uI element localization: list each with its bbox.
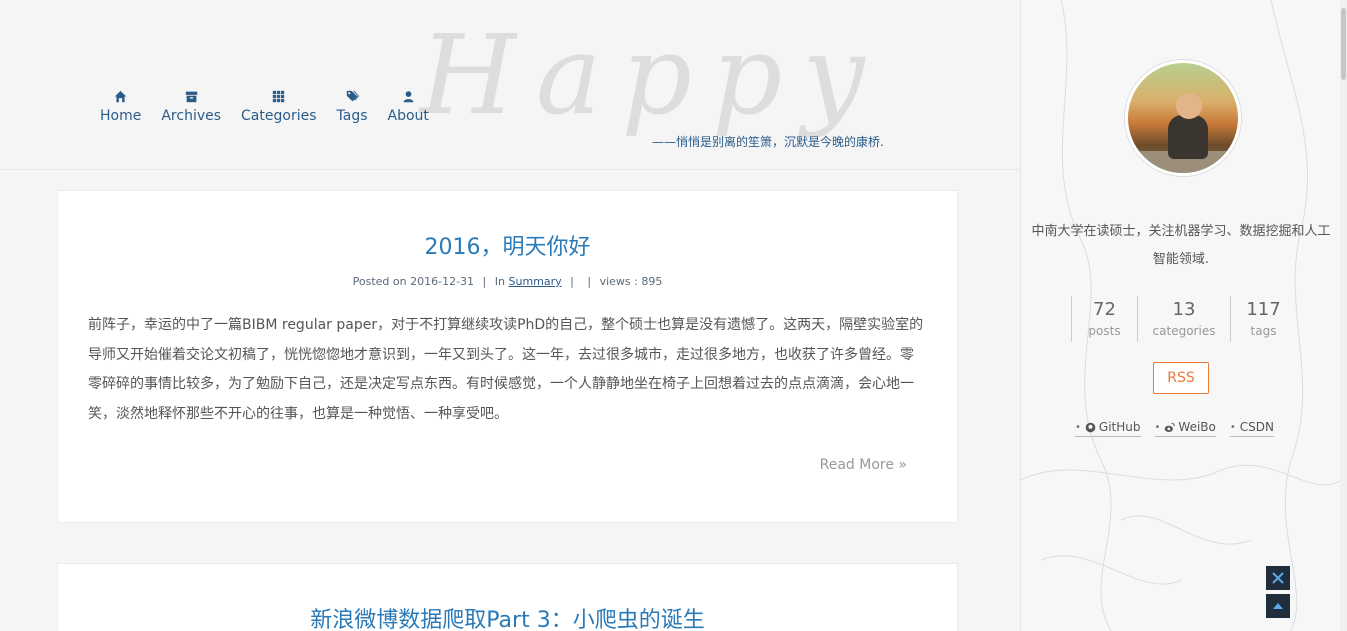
nav-home-label: Home [100,108,142,124]
avatar [1125,60,1241,176]
meta-separator: | [482,275,487,288]
close-icon [1272,572,1284,584]
read-more-link[interactable]: Read More » [820,457,907,473]
post-meta: Posted on 2016-12-31 | In Summary | | vi… [58,275,957,288]
author-bio: 中南大学在读硕士，关注机器学习、数据挖掘和人工智能领域. [1031,224,1331,267]
site-motto: ——悄悄是别离的笙箫，沉默是今晚的康桥. [652,135,884,149]
rss-button[interactable]: RSS [1153,362,1209,394]
header-watermark: Happy [420,11,885,139]
tags-icon [346,90,359,102]
grid-icon [273,90,285,103]
weibo-icon [1165,422,1176,432]
user-icon [403,91,414,103]
nav-categories[interactable]: Categories [241,90,317,124]
post-card: 2016，明天你好 Posted on 2016-12-31 | In Summ… [57,190,958,523]
blog-page: Happy Home Archives Categories Tags Abou… [0,0,1347,631]
avatar-head [1176,93,1202,119]
stat-posts[interactable]: 72 posts [1071,296,1137,342]
nav-archives[interactable]: Archives [161,90,221,124]
site-header: Happy Home Archives Categories Tags Abou… [0,0,1020,170]
back-to-top-button[interactable] [1266,594,1290,618]
stat-categories[interactable]: 13 categories [1137,296,1230,342]
social-links: • GitHub • WeiBo • CSDN [1075,420,1288,437]
close-button[interactable] [1266,566,1290,590]
nav-archives-label: Archives [161,108,222,124]
post-category-link[interactable]: Summary [508,275,561,288]
post-excerpt: 前阵子，幸运的中了一篇BIBM regular paper，对于不打算继续攻读P… [88,317,924,422]
bullet-dot: • [1075,421,1081,433]
meta-separator: | [570,275,574,288]
arrow-up-icon [1273,603,1283,609]
posted-label: Posted on [352,275,407,288]
stat-tags[interactable]: 117 tags [1230,296,1296,342]
github-label: GitHub [1098,420,1141,434]
main-nav: Home Archives Categories Tags About [88,90,449,124]
nav-about[interactable]: About [388,90,429,124]
archive-icon [185,91,197,103]
nav-home[interactable]: Home [100,90,141,124]
page-scrollbar[interactable] [1340,0,1347,631]
post-title[interactable]: 2016，明天你好 [58,191,957,261]
nav-about-label: About [387,108,429,124]
in-label: In [494,275,505,288]
nav-tags-label: Tags [336,108,368,124]
stat-tags-count: 117 [1246,299,1281,320]
post-date: 2016-12-31 [410,275,475,288]
scrollbar-thumb[interactable] [1341,8,1346,80]
views-count: 895 [641,275,663,288]
stat-tags-label: tags [1250,324,1277,338]
weibo-label: WeiBo [1178,420,1216,434]
nav-categories-label: Categories [241,108,317,124]
stat-posts-label: posts [1088,324,1121,338]
post-card: 新浪微博数据爬取Part 3：小爬虫的诞生 [57,563,958,631]
weibo-link[interactable]: • WeiBo [1154,420,1216,437]
site-stats: 72 posts 13 categories 117 tags [1071,296,1296,342]
csdn-link[interactable]: • CSDN [1229,420,1274,437]
meta-separator: | [587,275,592,288]
home-icon [114,90,127,103]
nav-tags[interactable]: Tags [337,90,368,124]
bullet-dot: • [1229,421,1236,433]
github-link[interactable]: • GitHub [1075,420,1141,437]
stat-categories-count: 13 [1172,299,1196,320]
bullet-dot: • [1154,421,1161,433]
avatar-robe [1168,115,1208,159]
sidebar: 中南大学在读硕士，关注机器学习、数据挖掘和人工智能领域. 72 posts 13… [1020,0,1341,631]
views-label: views : [599,275,638,288]
github-icon [1085,422,1096,432]
stat-categories-label: categories [1152,324,1216,338]
csdn-label: CSDN [1239,420,1274,434]
post-title[interactable]: 新浪微博数据爬取Part 3：小爬虫的诞生 [58,564,957,631]
stat-posts-count: 72 [1093,299,1116,320]
